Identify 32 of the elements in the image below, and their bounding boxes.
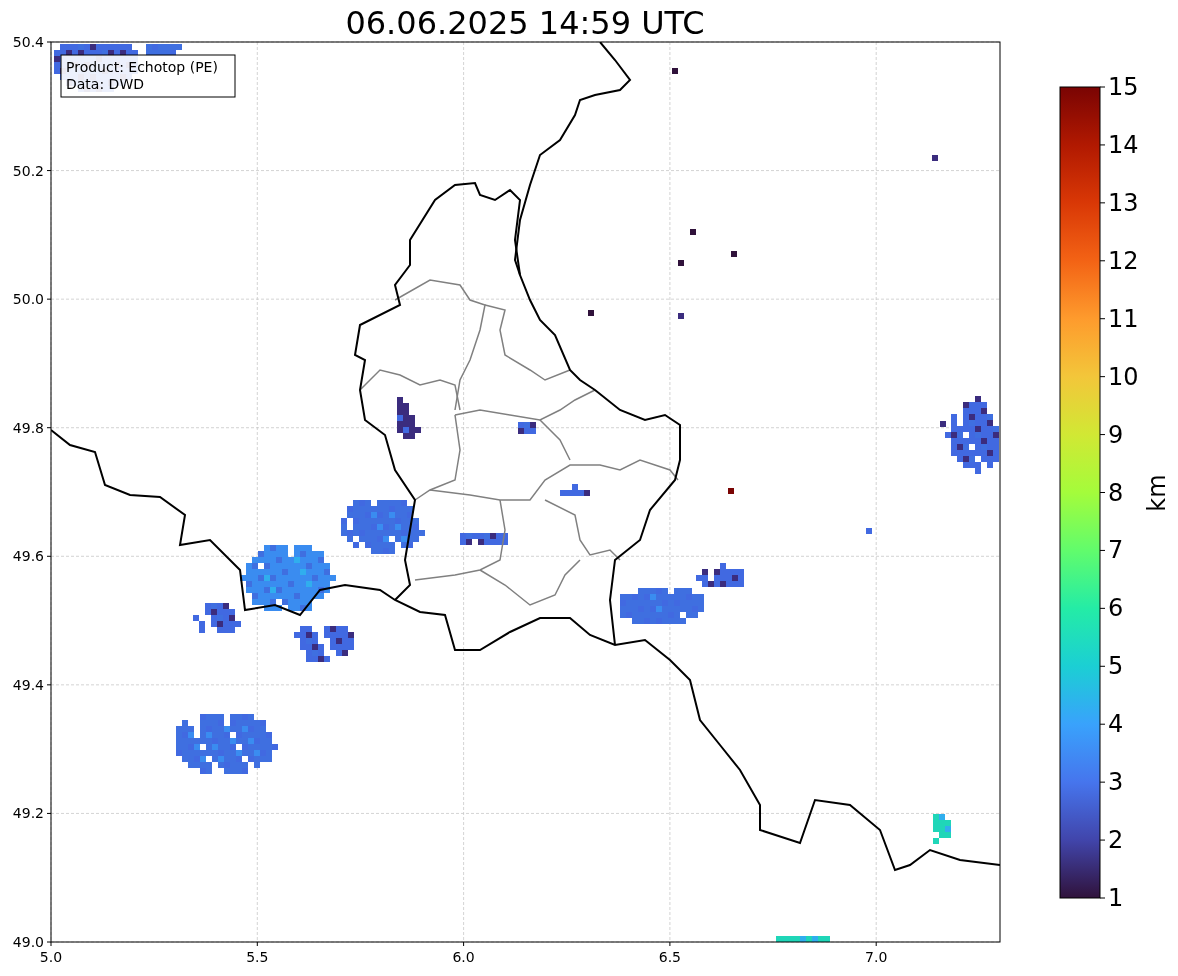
colorbar-label: km — [1143, 474, 1171, 512]
x-axis-tick-label: 5.0 — [39, 949, 63, 965]
annotation-text: Data: DWD — [66, 76, 144, 92]
y-axis-tick-label: 49.4 — [12, 676, 44, 693]
x-axis-tick-label: 5.5 — [246, 949, 269, 965]
x-axis-tick-label: 6.5 — [658, 949, 682, 965]
x-axis-tick-label: 6.0 — [452, 949, 475, 965]
colorbar-tick-label: 6 — [1108, 594, 1124, 623]
colorbar-tick-label: 8 — [1108, 478, 1124, 507]
colorbar-tick-label: 5 — [1108, 652, 1124, 681]
colorbar-tick-label: 10 — [1108, 362, 1139, 391]
colorbar-tick-label: 7 — [1108, 536, 1124, 565]
colorbar-tick-label: 4 — [1108, 710, 1124, 739]
colorbar-tick-label: 9 — [1108, 420, 1124, 449]
colorbar-tick-label: 11 — [1108, 304, 1139, 333]
y-axis-tick-label: 49.0 — [12, 934, 44, 950]
colorbar-tick-label: 13 — [1108, 188, 1139, 217]
colorbar-tick-label: 14 — [1108, 130, 1139, 159]
y-axis-tick-label: 50.2 — [12, 162, 44, 179]
y-axis-tick-label: 49.8 — [12, 419, 44, 436]
colorbar-tick-label: 3 — [1108, 768, 1124, 797]
colorbar-tick-label: 2 — [1108, 826, 1124, 855]
y-axis-tick-label: 50.0 — [12, 291, 44, 308]
annotation-text: Product: Echotop (PE) — [66, 59, 218, 75]
chart-title: 06.06.2025 14:59 UTC — [345, 4, 705, 42]
colorbar-tick-label: 15 — [1108, 73, 1139, 101]
colorbar-tick-label: 12 — [1108, 246, 1139, 275]
y-axis-tick-label: 50.4 — [12, 34, 44, 50]
y-axis-tick-label: 49.6 — [12, 548, 44, 565]
x-axis-tick-label: 7.0 — [865, 949, 888, 965]
y-axis-tick-label: 49.2 — [12, 805, 44, 822]
colorbar-tick-label: 1 — [1108, 884, 1124, 912]
